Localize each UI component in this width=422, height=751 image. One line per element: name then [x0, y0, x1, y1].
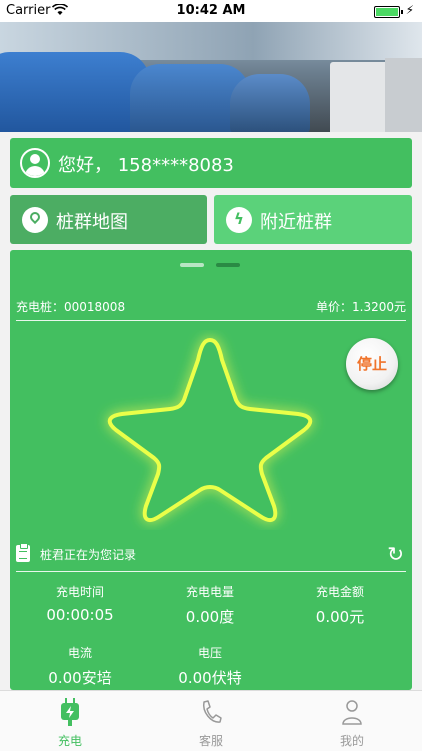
- banner-car: [0, 52, 150, 132]
- stat-value: 0.00伏特: [178, 669, 242, 687]
- clipboard-icon: [16, 543, 30, 562]
- charge-bolt-icon: ϟ: [226, 207, 252, 233]
- charging-bolt-icon: ⚡: [405, 3, 414, 17]
- user-greeting-bar[interactable]: 您好， 158****8083: [10, 138, 412, 188]
- page-indicator[interactable]: [180, 263, 204, 267]
- tab-profile[interactable]: 我的: [282, 691, 422, 751]
- divider: [16, 571, 406, 572]
- promo-banner[interactable]: [0, 22, 422, 132]
- stat-charge-amount: 充电金额 0.00元: [275, 583, 405, 627]
- greeting-text: 您好， 158****8083: [58, 155, 234, 176]
- pile-map-label: 桩群地图: [56, 212, 128, 233]
- stat-charge-energy: 充电电量 0.00度: [145, 583, 275, 627]
- record-row: 桩君正在为您记录 ↻: [16, 542, 406, 566]
- nearby-piles-label: 附近桩群: [260, 212, 332, 233]
- stat-value: 00:00:05: [46, 606, 114, 624]
- banner-car: [230, 74, 310, 132]
- pile-info-row: 充电桩：00018008 单价：1.3200元: [16, 298, 406, 315]
- charging-panel: 充电桩：00018008 单价：1.3200元 停止 桩君正在为您记录 ↻ 充电…: [10, 250, 412, 690]
- tab-label: 客服: [198, 734, 223, 748]
- pile-map-button[interactable]: 桩群地图: [10, 195, 207, 244]
- tab-label: 充电: [57, 734, 82, 748]
- stat-label: 充电时间: [55, 585, 104, 599]
- charging-star-icon: [107, 337, 313, 523]
- location-pin-icon: [22, 207, 48, 233]
- battery-icon: [374, 6, 403, 18]
- refresh-icon[interactable]: ↻: [387, 542, 404, 566]
- avatar-icon: [20, 148, 50, 178]
- banner-charger: [385, 58, 422, 132]
- unit-price: 单价：1.3200元: [316, 300, 406, 314]
- charger-icon: [61, 698, 79, 726]
- stat-voltage: 电压 0.00伏特: [145, 644, 275, 688]
- stat-label: 充电电量: [185, 585, 234, 599]
- stat-label: 电压: [197, 646, 222, 660]
- stop-charging-button[interactable]: 停止: [346, 338, 398, 390]
- stat-charge-time: 充电时间 00:00:05: [15, 583, 145, 624]
- user-icon: [342, 700, 362, 725]
- divider: [16, 320, 406, 321]
- stat-label: 电流: [67, 646, 92, 660]
- tab-label: 我的: [339, 734, 364, 748]
- record-status-text: 桩君正在为您记录: [40, 548, 137, 562]
- stat-label: 充电金额: [315, 585, 364, 599]
- tab-service[interactable]: 客服: [141, 691, 281, 751]
- stat-value: 0.00安培: [48, 669, 112, 687]
- stat-value: 0.00元: [315, 608, 365, 626]
- stat-current: 电流 0.00安培: [15, 644, 145, 688]
- tab-charge[interactable]: 充电: [0, 691, 140, 751]
- clock-time: 10:42 AM: [176, 3, 246, 18]
- page-indicator-active[interactable]: [216, 263, 240, 267]
- status-bar: Carrier 10:42 AM ⚡: [0, 0, 422, 22]
- banner-charger: [330, 62, 390, 132]
- pile-number: 充电桩：00018008: [16, 300, 126, 314]
- phone-icon: [202, 700, 222, 723]
- tab-bar: 充电 客服 我的: [0, 690, 422, 751]
- nearby-piles-button[interactable]: ϟ 附近桩群: [214, 195, 412, 244]
- stat-value: 0.00度: [185, 608, 235, 626]
